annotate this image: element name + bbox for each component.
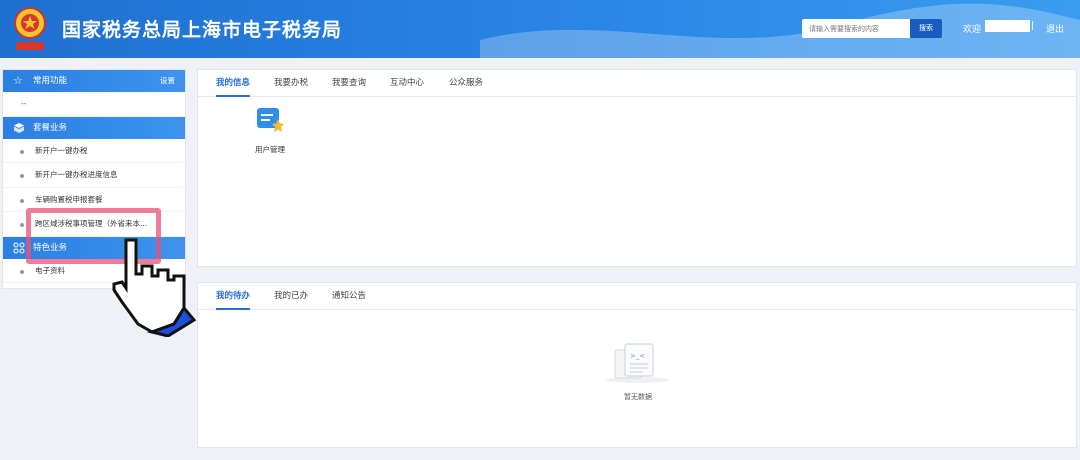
sidebar-section-common[interactable]: ☆ 常用功能 设置	[3, 70, 185, 92]
tab-my-todo[interactable]: 我的待办	[216, 283, 251, 310]
svg-text:>_<: >_<	[630, 352, 645, 360]
cube-icon	[13, 122, 25, 134]
my-info-panel: 我的信息 我要办税 我要查询 互动中心 公众服务 用户管理	[197, 69, 1077, 267]
star-icon: ☆	[13, 74, 23, 87]
sidebar-item-empty: --	[3, 92, 185, 117]
app-label: 用户管理	[255, 145, 285, 154]
search-input[interactable]	[802, 19, 910, 38]
sidebar-section-title: 常用功能	[33, 76, 68, 86]
bullet-icon	[20, 269, 24, 274]
pointer-hand-icon	[112, 238, 197, 337]
bullet-icon	[20, 149, 24, 154]
sidebar-item-label: 电子资料	[35, 265, 65, 275]
tab-file-tax[interactable]: 我要办税	[274, 70, 308, 97]
sidebar-item-label: 新开户一键办税	[35, 145, 88, 155]
sidebar-item-label: 新开户一键办税进度信息	[35, 170, 118, 179]
bullet-icon	[20, 198, 24, 203]
header-separator: |	[1031, 21, 1035, 31]
settings-link[interactable]: 设置	[160, 70, 175, 92]
user-name-redacted	[985, 20, 1030, 32]
tab-query[interactable]: 我要查询	[332, 70, 366, 97]
site-title: 国家税务总局上海市电子税务局	[62, 19, 343, 41]
tab-public-service[interactable]: 公众服务	[449, 70, 483, 97]
tab-interaction[interactable]: 互动中心	[390, 70, 424, 97]
search-button[interactable]: 搜索	[910, 19, 942, 38]
bottom-tab-bar: 我的待办 我的已办 通知公告	[198, 283, 1076, 310]
sidebar-section-title: 套餐业务	[33, 122, 68, 133]
logout-link[interactable]: 退出	[1046, 22, 1064, 35]
sidebar-item-label: 车辆购置税申报套餐	[35, 194, 103, 204]
top-tab-bar: 我的信息 我要办税 我要查询 互动中心 公众服务	[198, 70, 1076, 97]
empty-state: >_< 暂无数据	[603, 338, 673, 402]
header-bar: 国家税务总局上海市电子税务局 搜索 欢迎 | 退出	[0, 0, 1080, 58]
app-user-management[interactable]: 用户管理	[246, 106, 294, 155]
sidebar-item-new-account[interactable]: 新开户一键办税	[3, 139, 185, 163]
tab-notices[interactable]: 通知公告	[332, 283, 366, 310]
tab-my-info[interactable]: 我的信息	[216, 70, 251, 97]
tab-my-done[interactable]: 我的已办	[274, 283, 308, 310]
sidebar-section-package[interactable]: 套餐业务	[3, 116, 185, 139]
bullet-icon	[20, 223, 24, 227]
empty-label: 暂无数据	[624, 393, 652, 401]
bullet-icon	[20, 174, 24, 178]
user-management-icon	[257, 108, 284, 132]
todo-panel: 我的待办 我的已办 通知公告 >_< 暂无数据	[197, 282, 1077, 448]
grid-icon	[13, 242, 25, 254]
welcome-text: 欢迎	[963, 25, 982, 35]
tax-emblem-icon	[14, 7, 46, 50]
sidebar-item-new-account-progress[interactable]: 新开户一键办税进度信息	[3, 163, 185, 188]
empty-document-icon: >_<	[606, 343, 670, 383]
